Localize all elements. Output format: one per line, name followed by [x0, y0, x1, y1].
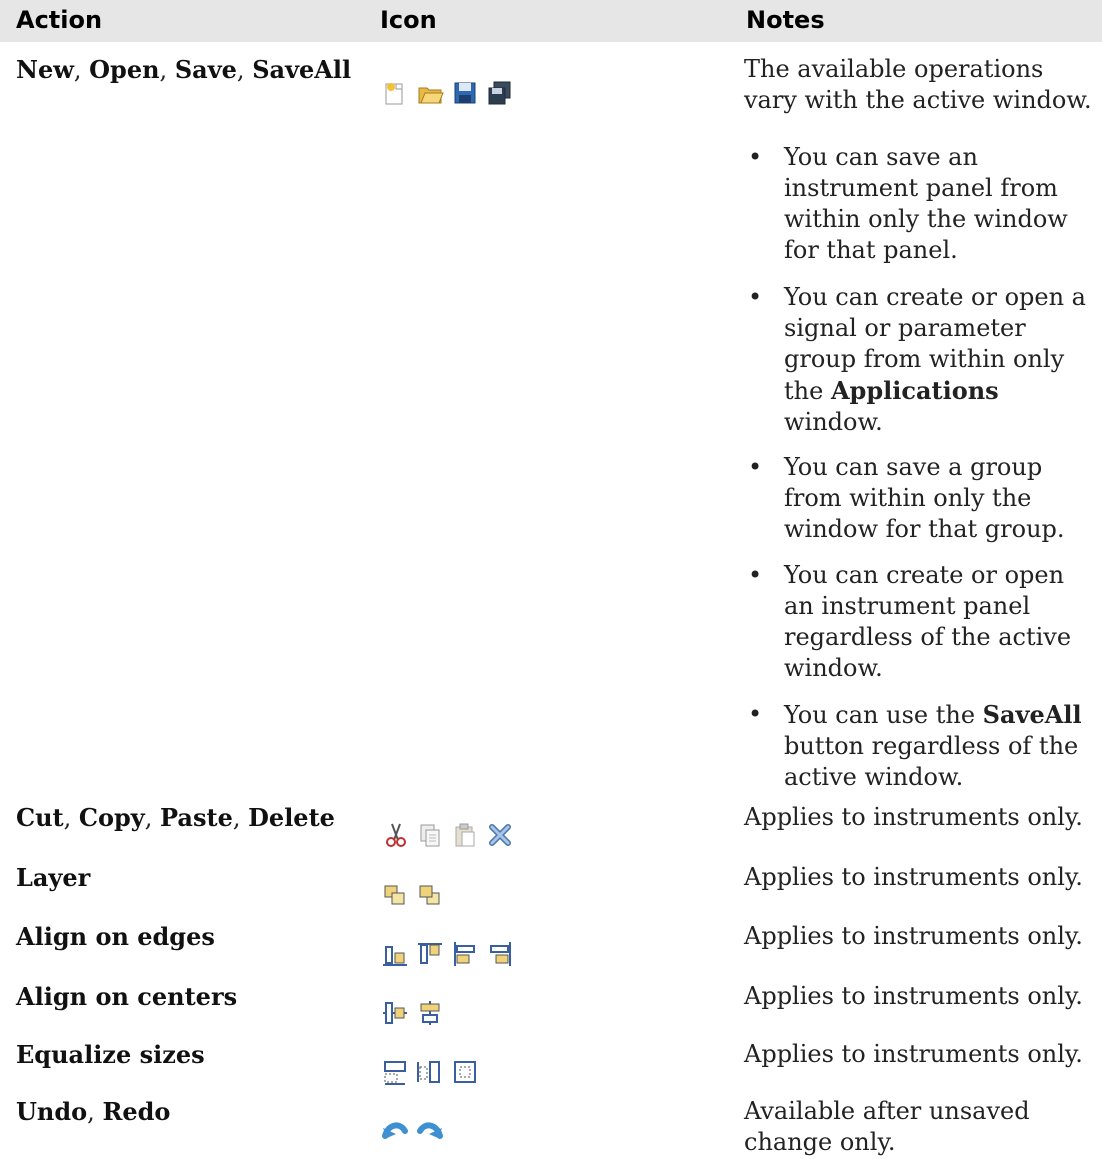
bullet-marker: • [748, 143, 763, 171]
redo-icon [415, 1114, 445, 1144]
header-notes: Notes [746, 6, 825, 34]
undo-icon [380, 1114, 410, 1144]
equalize-width-icon [380, 1057, 410, 1087]
header-action: Action [16, 6, 103, 34]
bring-to-front-icon [380, 880, 410, 910]
row-4-note: Applies to instruments only. [744, 982, 1083, 1010]
row-0-icons [380, 78, 515, 108]
row-3-action: Align on edges [16, 922, 215, 951]
row-5-note: Applies to instruments only. [744, 1040, 1083, 1068]
cut-icon [380, 820, 410, 850]
header-icon: Icon [380, 6, 437, 34]
bullet-item: You can use the SaveAll button regardles… [784, 700, 1082, 791]
row-6-icons [380, 1114, 445, 1144]
bullet-item: You can save an instrument panel from wi… [784, 143, 1068, 264]
align-top-icon [415, 939, 445, 969]
align-left-icon [450, 939, 480, 969]
delete-icon [485, 820, 515, 850]
equalize-height-icon [415, 1057, 445, 1087]
new-file-icon [380, 78, 410, 108]
row-3-note: Applies to instruments only. [744, 922, 1083, 950]
equalize-size-icon [450, 1057, 480, 1087]
open-folder-icon [415, 78, 445, 108]
paste-icon [450, 820, 480, 850]
align-right-icon [485, 939, 515, 969]
bullet-marker: • [748, 453, 763, 481]
row-5-action: Equalize sizes [16, 1040, 205, 1069]
row-6-action: Undo, Redo [16, 1097, 171, 1126]
row-1-icons [380, 820, 515, 850]
align-bottom-icon [380, 939, 410, 969]
align-horizontal-center-icon [415, 998, 445, 1028]
row-4-action: Align on centers [16, 982, 238, 1011]
row-0-action: New, Open, Save, SaveAll [16, 55, 352, 84]
bullet-item: You can create or open a signal or param… [784, 283, 1086, 436]
row-2-icons [380, 880, 445, 910]
row-1-action: Cut, Copy, Paste, Delete [16, 803, 335, 832]
row-3-icons [380, 939, 515, 969]
bullet-marker: • [748, 283, 763, 311]
bullet-item: You can save a group from within only th… [784, 453, 1065, 543]
row-1-note: Applies to instruments only. [744, 803, 1083, 831]
row-2-note: Applies to instruments only. [744, 863, 1083, 891]
row-4-icons [380, 998, 445, 1028]
row-5-icons [380, 1057, 480, 1087]
align-vertical-center-icon [380, 998, 410, 1028]
row-2-action: Layer [16, 863, 91, 892]
row-6-note: Available after unsaved change only. [744, 1097, 1030, 1156]
bullet-item: You can create or open an instrument pan… [784, 561, 1072, 682]
send-to-back-icon [415, 880, 445, 910]
table-header: Action Icon Notes [0, 0, 1102, 42]
bullet-marker: • [748, 561, 763, 589]
save-all-icon [485, 78, 515, 108]
save-icon [450, 78, 480, 108]
copy-icon [415, 820, 445, 850]
bullet-marker: • [748, 700, 763, 728]
row-0-note: The available operations vary with the a… [744, 55, 1092, 114]
